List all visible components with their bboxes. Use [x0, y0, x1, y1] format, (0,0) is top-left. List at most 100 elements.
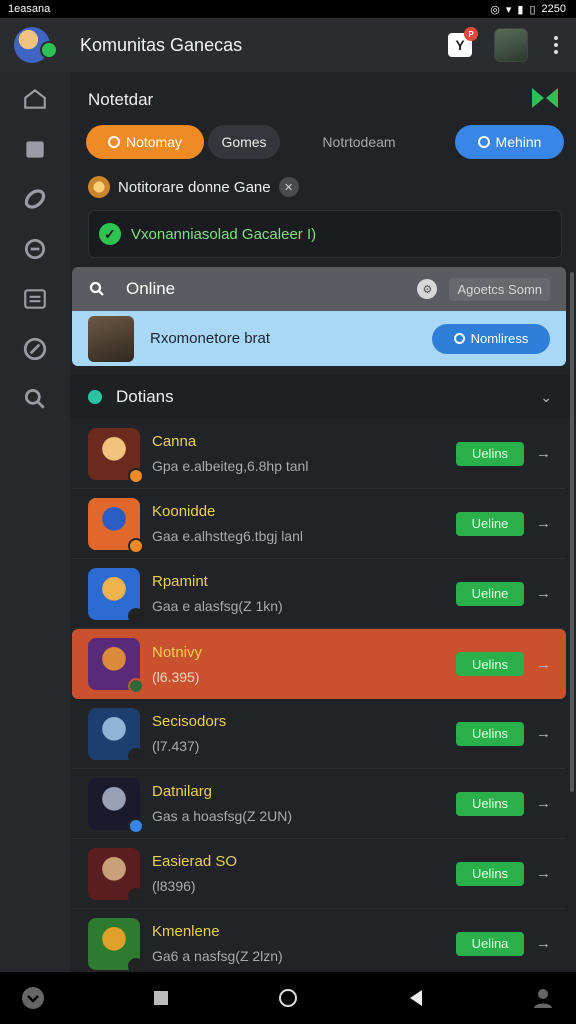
chat-icon[interactable] [22, 236, 48, 262]
chevron-right-icon[interactable]: → [536, 795, 551, 812]
platform-badge-icon [128, 467, 144, 484]
online-header: Online ⚙ Agoetcs Somn [72, 267, 566, 311]
user-icon[interactable] [530, 985, 556, 1011]
scrollbar[interactable] [570, 272, 574, 792]
alarm-icon: ◎ [490, 3, 500, 16]
user-action-button[interactable]: Nomliress [432, 323, 550, 354]
download-icon[interactable] [20, 985, 46, 1011]
online-user-row[interactable]: Rxomonetore brat Nomliress [72, 311, 566, 366]
game-name: Rpamint [152, 573, 208, 590]
status-button[interactable]: Ueline [456, 581, 524, 606]
chip-label: Mehinn [495, 134, 542, 150]
game-subtitle: (l8396) [152, 878, 196, 894]
game-subtitle: Gas a hoasfsg(Z 2UN) [152, 808, 293, 824]
notification-badge: P [464, 27, 478, 41]
status-bar: 1easana ◎ ▾ ▮ ▯ 2250 [0, 0, 576, 18]
game-row[interactable]: Canna Gpa e.albeiteg,6.8hp tanl Uelins → [72, 419, 566, 489]
chevron-right-icon[interactable]: → [536, 865, 551, 882]
online-badge-icon [40, 41, 58, 59]
platform-badge-icon [128, 817, 144, 834]
chip-gomes[interactable]: Gomes [208, 125, 280, 159]
game-avatar [88, 707, 144, 764]
chip-notomay[interactable]: Notomay [86, 125, 204, 159]
success-banner: ✓ Vxonanniasolad Gacaleer I) [88, 210, 562, 258]
stop-icon[interactable] [148, 985, 174, 1011]
close-icon[interactable] [22, 336, 48, 362]
filter-icon[interactable]: ⚙ [417, 279, 438, 299]
game-name: Koonidde [152, 503, 216, 520]
chip-check-icon [107, 136, 120, 148]
game-subtitle: (l7.437) [152, 738, 200, 754]
app-bar: Komunitas Ganecas YP [0, 18, 576, 72]
chevron-right-icon[interactable]: → [536, 445, 551, 462]
list-icon[interactable] [22, 286, 48, 312]
chevron-right-icon[interactable]: → [536, 585, 551, 602]
chip-mehinn[interactable]: Mehinn [455, 125, 564, 159]
app-title: Komunitas Ganecas [80, 34, 243, 55]
game-row[interactable]: Datnilarg Gas a hoasfsg(Z 2UN) Uelins → [72, 769, 566, 839]
user-action-label: Nomliress [470, 331, 529, 346]
status-left-text: 1easana [8, 3, 51, 15]
status-button[interactable]: Uelina [456, 931, 524, 956]
game-row[interactable]: Koonidde Gaa e.alhstteg6.tbgj lanl Ueline → [72, 489, 566, 559]
filter-chips: Notomay Gomes Notrtodeam Mehinn [86, 125, 564, 159]
section-title: Notetdar [88, 90, 154, 109]
chevron-right-icon[interactable]: → [536, 515, 551, 532]
game-subtitle: Gpa e.albeiteg,6.8hp tanl [152, 458, 309, 474]
platform-badge-icon [128, 678, 144, 694]
side-rail [0, 72, 70, 972]
sort-label[interactable]: Agoetcs Somn [449, 277, 550, 301]
list-header[interactable]: Dotians ⌄ [70, 375, 570, 419]
sort-control[interactable]: ⚙ Agoetcs Somn [417, 277, 550, 301]
chip-notrtodeam[interactable]: Notrtodeam [304, 125, 414, 159]
game-avatar [88, 427, 144, 484]
online-title: Online [126, 279, 176, 298]
status-button[interactable]: Uelins [456, 861, 524, 886]
game-name: Notnivy [152, 643, 203, 661]
game-name: Kmenlene [152, 923, 220, 940]
wifi-icon: ▾ [505, 3, 512, 16]
status-button[interactable]: Ueline [456, 511, 524, 536]
search-icon[interactable] [88, 280, 106, 298]
chip-ring-icon [477, 136, 490, 148]
link-icon[interactable] [22, 186, 48, 212]
game-row[interactable]: Rpamint Gaa e alasfsg(Z 1kn) Ueline → [72, 559, 566, 629]
game-name: Datnilarg [152, 783, 213, 800]
status-button[interactable]: Uelins [456, 721, 524, 746]
list-title: Dotians [116, 387, 174, 406]
game-name: Canna [152, 433, 197, 450]
check-icon: ✓ [99, 223, 121, 245]
chevron-down-icon[interactable]: ⌄ [540, 389, 552, 406]
info-icon[interactable]: ✕ [278, 177, 299, 197]
platform-badge-icon [128, 747, 144, 764]
notification-row[interactable]: Notitorare donne Gane ✕ [88, 174, 299, 200]
user-name: Rxomonetore brat [150, 330, 271, 347]
status-button[interactable]: Uelins [456, 791, 524, 816]
status-button[interactable]: Uelins [456, 652, 524, 676]
game-avatar [88, 917, 144, 974]
chip-label: Gomes [221, 134, 267, 150]
chevron-right-icon[interactable]: → [536, 725, 551, 742]
notification-button[interactable]: YP [448, 27, 478, 57]
game-subtitle: Ga6 a nasfsg(Z 2lzn) [152, 948, 283, 964]
profile-avatar[interactable] [494, 28, 528, 62]
game-row[interactable]: Secisodors (l7.437) Uelins → [72, 699, 566, 769]
chevron-right-icon[interactable]: → [536, 656, 551, 673]
platform-badge-icon [128, 537, 144, 554]
chevron-right-icon[interactable]: → [536, 935, 551, 952]
more-menu-icon[interactable] [550, 36, 562, 54]
back-icon[interactable] [403, 985, 429, 1011]
game-avatar [88, 847, 144, 904]
game-row[interactable]: Easierad SO (l8396) Uelins → [72, 839, 566, 909]
game-row[interactable]: Notnivy (l6.395) Uelins → [72, 629, 566, 699]
search-icon[interactable] [22, 386, 48, 412]
home-circle-icon[interactable] [275, 985, 301, 1011]
inbox-icon[interactable] [22, 136, 48, 162]
home-icon[interactable] [22, 86, 48, 112]
status-button[interactable]: Uelins [456, 441, 524, 466]
game-row[interactable]: Kmenlene Ga6 a nasfsg(Z 2lzn) Uelina → [72, 909, 566, 979]
game-name: Secisodors [152, 713, 227, 730]
community-avatar[interactable] [14, 27, 58, 63]
platform-badge-icon [128, 607, 144, 624]
brand-logo-icon [532, 88, 558, 108]
